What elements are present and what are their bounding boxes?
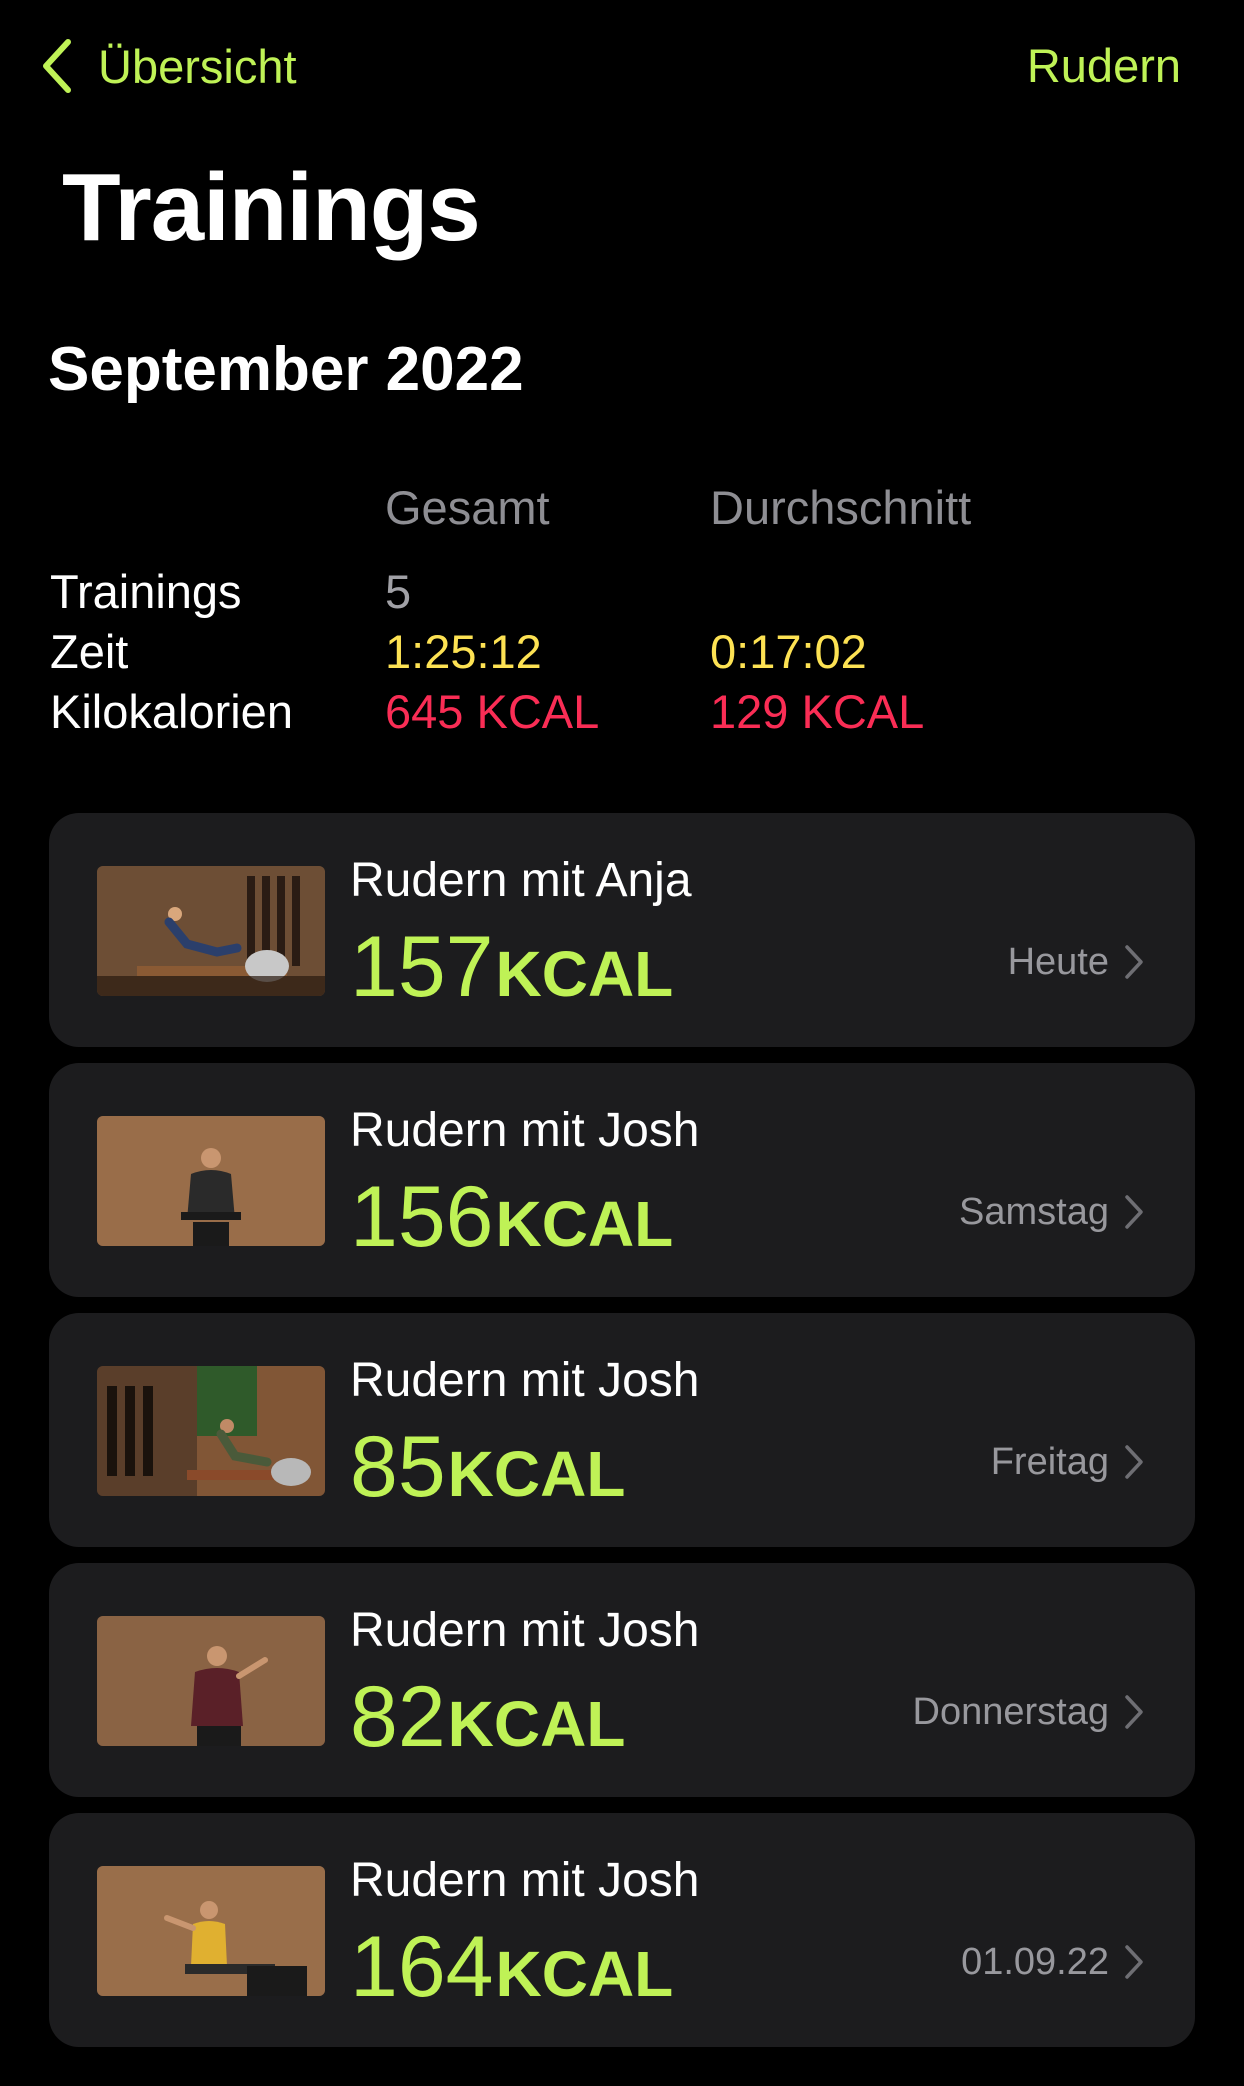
time-average-value: 0:17:02 <box>710 625 867 678</box>
workout-calories: 164KCAL <box>350 1917 673 2042</box>
workout-calories-unit: KCAL <box>447 1688 626 1760</box>
nav-bar: Übersicht Rudern <box>0 0 1244 140</box>
workout-date: Samstag <box>959 1191 1109 1233</box>
chevron-right-icon <box>1125 1695 1143 1729</box>
rowing-video-thumbnail-image <box>97 1116 325 1246</box>
workout-card[interactable]: Rudern mit Josh 156KCAL Samstag <box>49 1063 1195 1297</box>
chevron-left-icon <box>43 39 71 93</box>
workout-title: Rudern mit Josh <box>350 1104 700 1157</box>
workout-date: Freitag <box>990 1441 1109 1483</box>
rowing-video-thumbnail-image <box>97 866 325 996</box>
workout-date: Heute <box>1007 941 1109 983</box>
chevron-right-icon <box>1125 1445 1143 1479</box>
rowing-video-thumbnail-image <box>97 1616 325 1746</box>
calories-average-value: 129 KCAL <box>710 685 925 738</box>
workout-date: 01.09.22 <box>961 1941 1109 1983</box>
chevron-right-icon <box>1125 1195 1143 1229</box>
workout-calories: 156KCAL <box>350 1167 673 1292</box>
workout-title: Rudern mit Josh <box>350 1354 700 1407</box>
workout-calories: 85KCAL <box>350 1417 625 1542</box>
workout-calories-value: 164 <box>350 1919 494 2015</box>
workout-calories-value: 157 <box>350 919 494 1015</box>
workout-title: Rudern mit Anja <box>350 854 692 907</box>
chevron-right-icon <box>1125 945 1143 979</box>
workout-thumbnail <box>97 1366 325 1496</box>
workout-card[interactable]: Rudern mit Josh 85KCAL Freitag <box>49 1313 1195 1547</box>
column-header-total: Gesamt <box>385 481 550 534</box>
month-section-title: September 2022 <box>48 335 524 404</box>
workout-date: Donnerstag <box>912 1691 1109 1733</box>
workout-calories-value: 85 <box>350 1419 446 1515</box>
workout-calories: 82KCAL <box>350 1667 625 1792</box>
workout-calories-unit: KCAL <box>447 1438 626 1510</box>
rowing-video-thumbnail-image <box>97 1866 325 1996</box>
back-button[interactable]: Übersicht <box>38 34 297 98</box>
workout-calories-value: 156 <box>350 1169 494 1265</box>
workout-calories-unit: KCAL <box>495 1938 674 2010</box>
workout-calories-unit: KCAL <box>495 938 674 1010</box>
rowing-video-thumbnail-image <box>97 1366 325 1496</box>
workout-card[interactable]: Rudern mit Josh 82KCAL Donnerstag <box>49 1563 1195 1797</box>
row-label-time: Zeit <box>50 625 129 678</box>
trainings-total-value: 5 <box>385 565 412 618</box>
workout-thumbnail <box>97 1116 325 1246</box>
workout-card[interactable]: Rudern mit Anja 157KCAL Heute <box>49 813 1195 1047</box>
workout-calories-value: 82 <box>350 1669 446 1765</box>
workout-thumbnail <box>97 1616 325 1746</box>
row-label-trainings: Trainings <box>50 565 242 618</box>
column-header-average: Durchschnitt <box>710 481 972 534</box>
back-button-label: Übersicht <box>98 39 297 93</box>
workout-thumbnail <box>97 866 325 996</box>
workout-title: Rudern mit Josh <box>350 1854 700 1907</box>
chevron-right-icon <box>1125 1945 1143 1979</box>
workout-card[interactable]: Rudern mit Josh 164KCAL 01.09.22 <box>49 1813 1195 2047</box>
workout-thumbnail <box>97 1866 325 1996</box>
page-title: Trainings <box>62 154 481 261</box>
workout-calories: 157KCAL <box>350 917 673 1042</box>
time-total-value: 1:25:12 <box>385 625 542 678</box>
workout-title: Rudern mit Josh <box>350 1604 700 1657</box>
calories-total-value: 645 KCAL <box>385 685 600 738</box>
row-label-calories: Kilokalorien <box>50 685 293 738</box>
workout-type-label[interactable]: Rudern <box>1027 34 1181 98</box>
workout-calories-unit: KCAL <box>495 1188 674 1260</box>
